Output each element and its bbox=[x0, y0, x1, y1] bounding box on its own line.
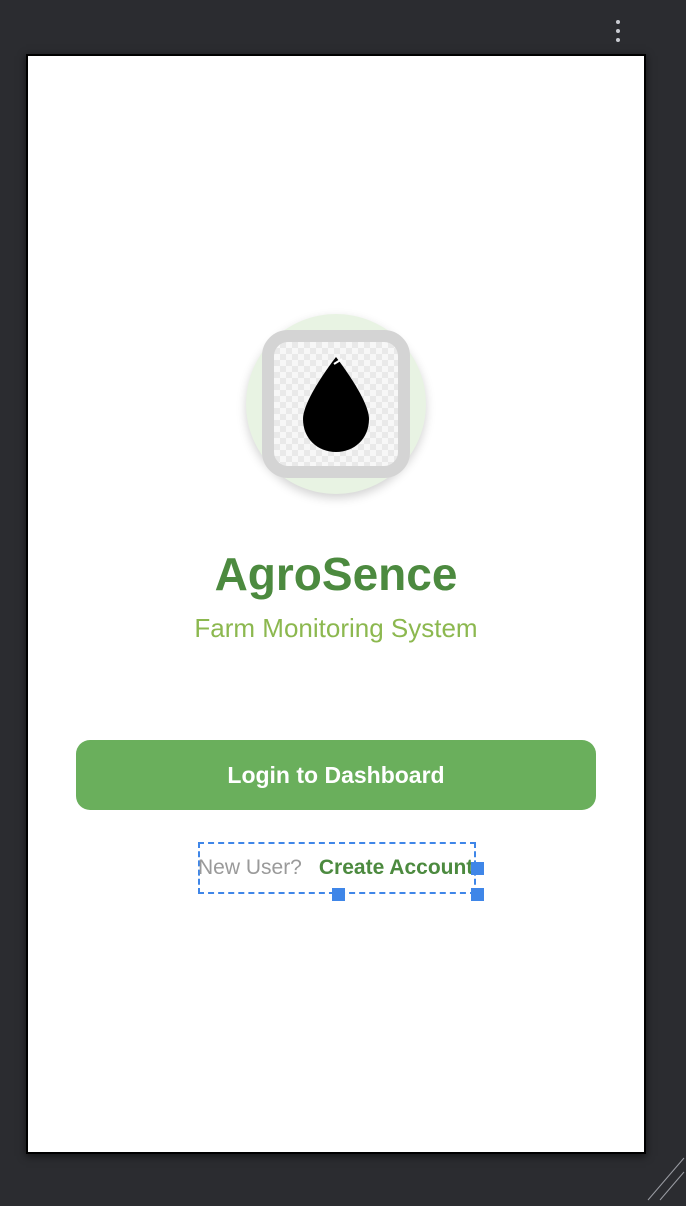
app-subtitle: Farm Monitoring System bbox=[194, 613, 478, 643]
app-title: AgroSence bbox=[214, 548, 458, 600]
selection-handle-right[interactable] bbox=[471, 862, 484, 875]
menu-dot bbox=[616, 20, 620, 24]
logo-tile bbox=[262, 330, 410, 478]
menu-dot bbox=[616, 38, 620, 42]
login-button[interactable]: Login to Dashboard bbox=[76, 740, 596, 810]
device-frame: AgroSence Farm Monitoring System Login t… bbox=[26, 54, 646, 1154]
selection-handle-bottom[interactable] bbox=[332, 888, 345, 901]
signup-row: New User? Create Account bbox=[198, 842, 484, 901]
water-drop-icon bbox=[303, 357, 369, 452]
new-user-label: New User? bbox=[198, 856, 302, 879]
app-logo bbox=[246, 314, 426, 494]
app-screen: AgroSence Farm Monitoring System Login t… bbox=[28, 56, 644, 1152]
resize-grip-icon[interactable] bbox=[646, 1156, 686, 1206]
create-account-link[interactable]: Create Account bbox=[319, 856, 473, 880]
menu-dot bbox=[616, 29, 620, 33]
selection-handle-corner[interactable] bbox=[471, 888, 484, 901]
more-options-icon[interactable] bbox=[608, 14, 628, 48]
